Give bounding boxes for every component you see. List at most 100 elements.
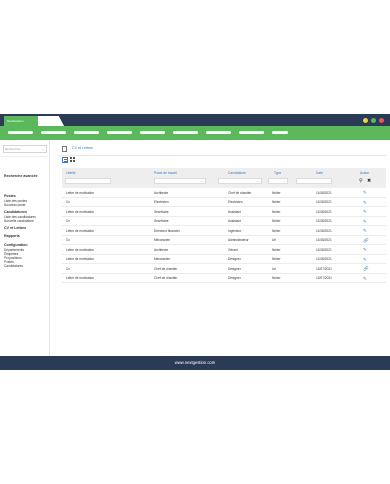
cell-candidature: Designer	[228, 266, 241, 271]
sidebar-search-input[interactable]: Rechercher ⌄	[3, 145, 47, 153]
sidebar-section-heading[interactable]: Candidatures	[4, 210, 27, 214]
maximize-icon[interactable]	[371, 118, 376, 123]
edit-icon[interactable]: ✎	[363, 257, 367, 262]
table-row[interactable]: Lettre de motivation Chef de chantier Desi…	[62, 274, 386, 283]
nav-menu-item[interactable]	[239, 131, 264, 134]
cell-libelle: Lettre de motivation	[66, 257, 94, 261]
filter-candidature-select[interactable]: ⌄	[218, 178, 262, 184]
app-window: NextGestion Rechercher ⌄ Recherche avanc…	[0, 114, 390, 370]
table-row[interactable]: Cv Secrétaire Assistant fichier 11/08/2021 ✎	[62, 217, 386, 226]
sidebar-section-heading[interactable]: Recherche avancée	[4, 174, 38, 178]
sidebar-section-heading[interactable]: Rapports	[4, 234, 20, 238]
cell-poste: Architecte	[154, 247, 169, 252]
header-date[interactable]: Date	[316, 171, 323, 175]
cell-libelle: Lettre de motivation	[66, 276, 94, 280]
cell-libelle: Cv	[66, 266, 70, 271]
table-row[interactable]: Lettre de motivation Secrétaire Assistant f…	[62, 207, 386, 217]
nav-menu-item[interactable]	[140, 131, 165, 134]
edit-icon[interactable]: ✎	[363, 228, 367, 233]
filter-date-input[interactable]	[296, 178, 332, 184]
edit-icon[interactable]: ✎	[363, 247, 367, 252]
cell-libelle: Cv	[66, 200, 70, 204]
cell-type: Url	[272, 266, 277, 271]
cell-date: 11/08/2021	[316, 257, 332, 261]
nav-menu-item[interactable]	[173, 131, 198, 134]
cell-libelle: Cv	[66, 238, 70, 242]
cell-libelle: Lettre de motivation	[66, 228, 94, 233]
minimize-icon[interactable]	[363, 118, 368, 123]
cell-date: 11/08/2021	[316, 209, 332, 214]
edit-icon[interactable]: ✎	[363, 276, 367, 281]
new-tab[interactable]	[38, 116, 64, 126]
cell-date: 11/08/2021	[316, 190, 332, 195]
cell-libelle: Lettre de motivation	[66, 247, 94, 252]
cell-candidature: Gérant	[228, 247, 238, 252]
cell-candidature: Designer	[228, 276, 241, 280]
edit-icon[interactable]: ✎	[363, 200, 367, 205]
divider	[0, 156, 49, 157]
nav-menu-item[interactable]	[8, 131, 33, 134]
header-candidature[interactable]: Candidature	[228, 171, 246, 175]
nav-menu-item[interactable]	[107, 131, 132, 134]
cell-libelle: Cv	[66, 219, 70, 223]
cell-type: fichier	[272, 257, 281, 261]
window-controls	[363, 118, 384, 123]
table-row[interactable]: Cv Chef de chantier Designer Url 12/07/2021 🔗	[62, 264, 386, 274]
table-row[interactable]: Lettre de motivation Directeur financier I…	[62, 226, 386, 236]
sidebar-item[interactable]: Nouveau poste	[4, 203, 25, 207]
cell-candidature: Designer	[228, 257, 241, 261]
cell-poste: Directeur financier	[154, 228, 180, 233]
grid-view-button[interactable]	[70, 157, 76, 163]
filter-poste-select[interactable]: ⌄	[154, 178, 206, 184]
nav-menu-item[interactable]	[74, 131, 99, 134]
cell-type: fichier	[272, 190, 281, 195]
header-libelle[interactable]: Libellé	[66, 171, 76, 175]
link-icon[interactable]: 🔗	[363, 266, 369, 271]
cell-candidature: Ingénieur	[228, 228, 242, 233]
nav-menu-item[interactable]	[206, 131, 231, 134]
clear-filter-icon[interactable]: ✖	[367, 178, 371, 184]
sidebar-section-heading[interactable]: Postes	[4, 194, 16, 198]
cell-date: 12/07/2021	[316, 276, 332, 280]
nav-menu-item[interactable]	[41, 131, 66, 134]
edit-icon[interactable]: ✎	[363, 219, 367, 224]
cell-type: fichier	[272, 209, 281, 214]
divider	[58, 155, 386, 156]
link-icon[interactable]: 🔗	[363, 238, 369, 243]
cell-candidature: Administrateur	[228, 238, 249, 242]
table-row[interactable]: Cv Electricien Electricien fichier 11/08/202…	[62, 198, 386, 207]
close-icon[interactable]	[379, 118, 384, 123]
edit-icon[interactable]: ✎	[363, 209, 367, 214]
sidebar-item[interactable]: Nouvelle candidature	[4, 219, 34, 223]
search-placeholder: Rechercher	[5, 147, 21, 151]
cell-libelle: Lettre de motivation	[66, 209, 94, 214]
cell-type: fichier	[272, 200, 281, 204]
table-row[interactable]: Lettre de motivation Mécanicien Designer fi…	[62, 255, 386, 264]
chevron-down-icon: ⌄	[41, 147, 44, 151]
table-header: Libellé Poste de travail Candidature Typ…	[62, 168, 386, 188]
filter-libelle-input[interactable]	[65, 178, 111, 184]
documents-table: Libellé Poste de travail Candidature Typ…	[62, 168, 386, 283]
cell-poste: Architecte	[154, 190, 169, 195]
table-row[interactable]: Cv Mécanicien Administrateur Url 11/08/2021 🔗	[62, 236, 386, 245]
breadcrumb[interactable]: CV et Lettres	[72, 146, 93, 151]
header-action: Action	[360, 171, 370, 175]
cell-candidature: Assistant	[228, 219, 241, 223]
main-content: CV et Lettres Libellé Poste de travail C…	[50, 140, 390, 356]
header-poste[interactable]: Poste de travail	[154, 171, 177, 175]
filter-type-select[interactable]: ⌄	[268, 178, 288, 184]
sidebar-section-heading[interactable]: CV et Lettres	[4, 226, 26, 230]
app-tab[interactable]: NextGestion	[4, 116, 38, 126]
cell-date: 12/07/2021	[316, 266, 332, 271]
edit-icon[interactable]: ✎	[363, 190, 367, 195]
nav-menu-item[interactable]	[272, 131, 288, 134]
sidebar-section-heading[interactable]: Configuration	[4, 243, 28, 247]
cell-candidature: Electricien	[228, 200, 243, 204]
cell-poste: Mécanicien	[154, 238, 171, 242]
list-view-button[interactable]	[62, 157, 68, 163]
table-row[interactable]: Lettre de motivation Architecte Chef de ch…	[62, 188, 386, 198]
table-row[interactable]: Lettre de motivation Architecte Gérant fich…	[62, 245, 386, 255]
sidebar-item[interactable]: Candidatures	[4, 264, 23, 268]
header-type[interactable]: Type	[274, 171, 281, 175]
search-icon[interactable]: ⚲	[359, 178, 363, 184]
